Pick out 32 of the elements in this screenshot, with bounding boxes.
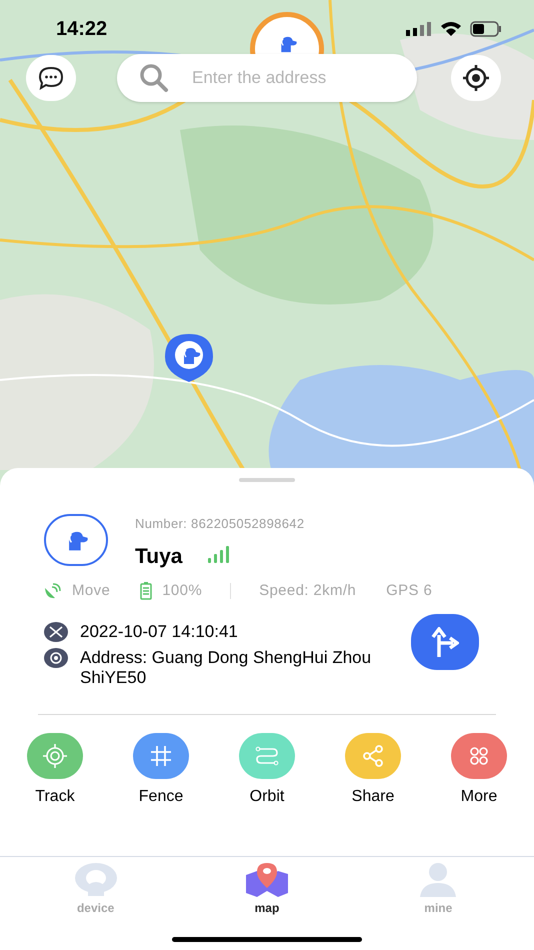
chat-icon (38, 66, 64, 90)
status-text: Move (72, 581, 110, 601)
status-text: 100% (162, 581, 202, 601)
battery-icon (470, 21, 502, 37)
update-time: 2022-10-07 14:10:41 (80, 621, 238, 643)
satellite-dish-icon (44, 583, 62, 600)
locate-icon (462, 64, 490, 92)
action-button[interactable]: More (434, 733, 524, 809)
action-button[interactable]: Track (10, 733, 100, 809)
signal-icon (406, 22, 432, 36)
battery-icon (140, 582, 152, 600)
action-button[interactable]: Fence (116, 733, 206, 809)
eye-icon (44, 648, 68, 668)
action-button[interactable]: Orbit (222, 733, 312, 809)
device-name: Tuya (135, 544, 182, 570)
signal-strength-icon (208, 545, 230, 563)
status-text: Speed: 2km/h (259, 581, 356, 601)
crosshair-icon (41, 742, 69, 770)
drag-handle[interactable] (239, 478, 295, 482)
map-pin-icon (244, 863, 289, 897)
status-text: GPS 6 (386, 581, 432, 601)
search-field[interactable]: Enter the address (117, 54, 417, 102)
device-number: Number: 862205052898642 (135, 515, 304, 533)
wifi-icon (440, 21, 462, 37)
status-time: 14:22 (56, 17, 108, 42)
turn-right-arrow-icon (431, 627, 459, 657)
search-icon (139, 63, 169, 93)
navigate-button[interactable] (411, 614, 479, 670)
device-address: Address: Guang Dong ShengHui Zhou ShiYE50 (80, 648, 372, 688)
location-pin-icon[interactable] (164, 333, 214, 383)
action-button[interactable]: Share (328, 733, 418, 809)
tab[interactable]: map (222, 863, 312, 917)
